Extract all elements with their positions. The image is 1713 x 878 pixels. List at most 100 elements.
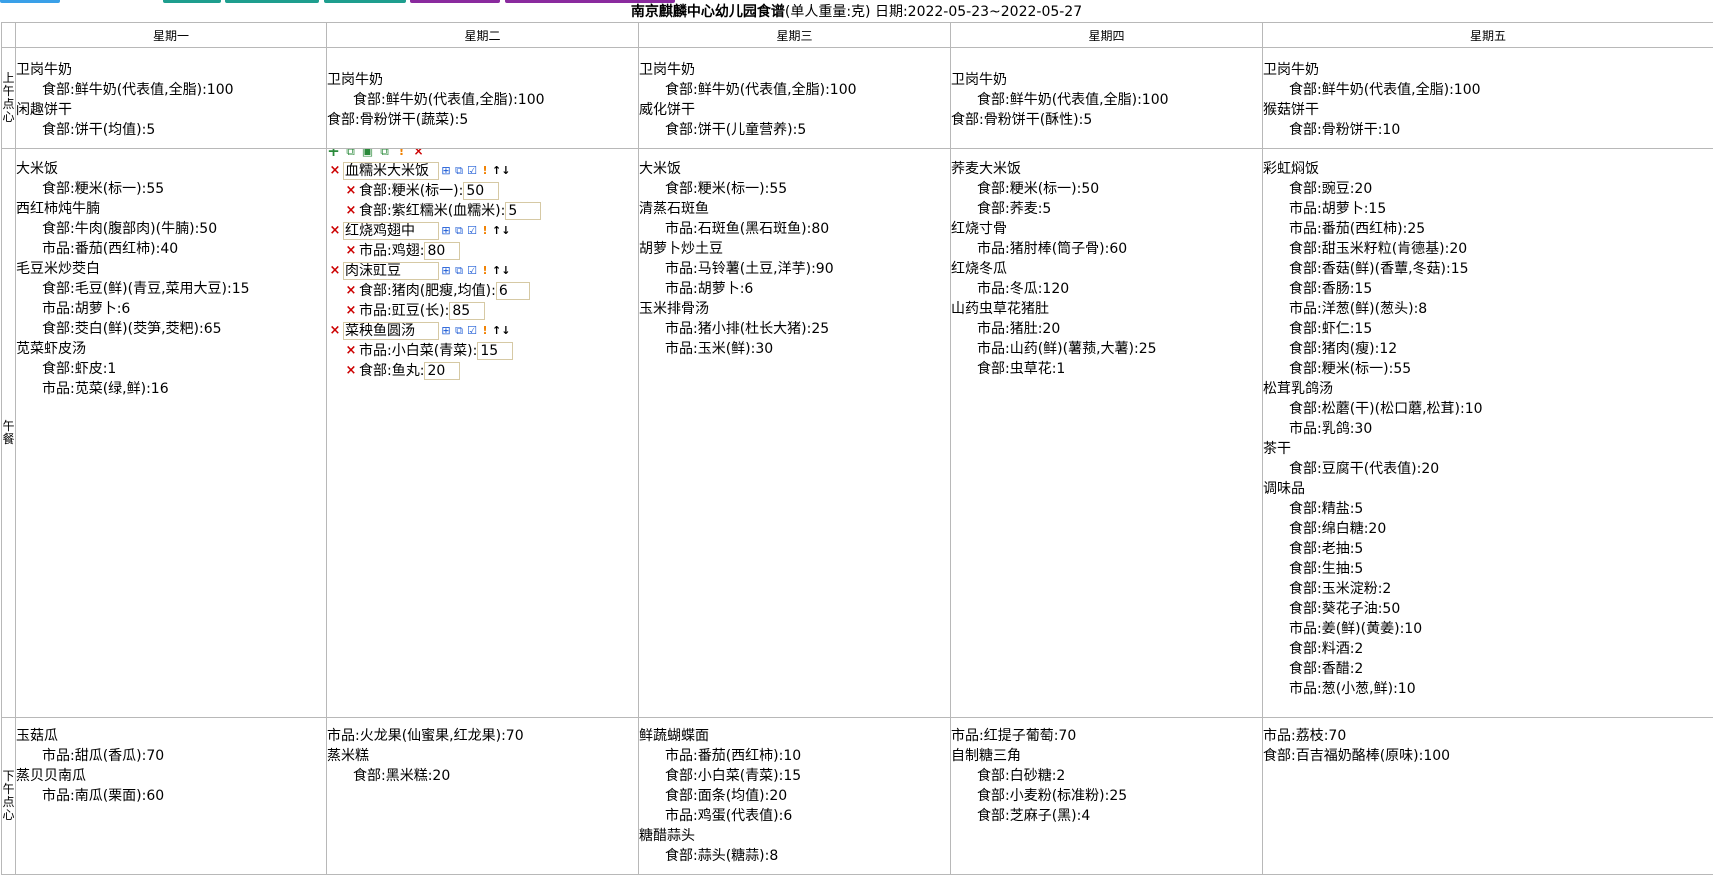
ingredient-line: 食部:鲜牛奶(代表值,全脂):100: [1289, 82, 1481, 98]
ingredient-line: 食部:豆腐干(代表值):20: [1289, 461, 1440, 477]
select-dish-icon[interactable]: ☑: [466, 325, 478, 337]
copy-dish-icon[interactable]: ⧉: [453, 265, 465, 277]
ingredient-label: 食部:紫红糯米(血糯米):: [359, 203, 506, 219]
ingredient-line: 食部:香肠:15: [1289, 281, 1373, 297]
dish-name: 山药虫草花猪肚: [951, 301, 1050, 317]
dish-name-input[interactable]: 血糯米大米饭: [343, 162, 439, 180]
day-header: 星期一: [15, 22, 327, 48]
copy-icon[interactable]: ⧉: [344, 150, 357, 158]
copy-dish-icon[interactable]: ⧉: [453, 325, 465, 337]
menu-cell[interactable]: 荞麦大米饭 食部:粳米(标一):50 食部:荞麦:5 红烧寸骨 市品:猪肘棒(筒子骨):…: [950, 148, 1263, 718]
menu-cell[interactable]: 大米饭 食部:粳米(标一):55 清蒸石斑鱼 市品:石斑鱼(黑石斑鱼):80 胡萝卜炒土…: [638, 148, 951, 718]
remove-ingredient-icon[interactable]: ×: [343, 361, 359, 381]
warning-icon[interactable]: !: [395, 150, 408, 158]
ingredient-edit-row: × 市品:小白菜(青菜): 15: [328, 341, 638, 361]
quantity-input[interactable]: 80: [424, 242, 461, 260]
reorder-icon[interactable]: ↑↓: [492, 165, 510, 177]
reorder-icon[interactable]: ↑↓: [492, 325, 510, 337]
expand-icon[interactable]: ⊞: [440, 265, 452, 277]
select-dish-icon[interactable]: ☑: [466, 265, 478, 277]
dish-edit-row: × 菜秧鱼圆汤 ⊞ ⧉ ☑! ↑↓: [328, 321, 638, 341]
menu-cell[interactable]: 市品:荔枝:70 食部:百吉福奶酪棒(原味):100: [1262, 717, 1713, 875]
menu-cell[interactable]: 卫岗牛奶 食部:鲜牛奶(代表值,全脂):100 食部:骨粉饼干(酥性):5: [950, 47, 1263, 149]
dish-name-input[interactable]: 肉沫豇豆: [343, 262, 439, 280]
ingredient-line: 食部:松蘑(干)(松口蘑,松茸):10: [1289, 401, 1483, 417]
select-dish-icon[interactable]: ☑: [466, 225, 478, 237]
paste-icon[interactable]: ▣: [361, 150, 374, 158]
remove-dish-icon[interactable]: ×: [328, 261, 344, 281]
dish-name-input[interactable]: 菜秧鱼圆汤: [343, 322, 439, 340]
quantity-input[interactable]: 6: [495, 282, 530, 300]
remove-dish-icon[interactable]: ×: [328, 221, 344, 241]
paste-replace-icon[interactable]: ⧉: [378, 150, 391, 158]
menu-cell-editing[interactable]: + ⧉ ▣ ⧉ ! × × 血糯米大米饭 ⊞ ⧉ ☑! ↑↓ × 食部:粳米(标一): 50 × 食…: [326, 148, 639, 718]
ingredient-line: 食部:豌豆:20: [1289, 181, 1373, 197]
ingredient-line: 市品:葱(小葱,鲜):10: [1289, 681, 1416, 697]
dish-name: 红烧冬瓜: [951, 261, 1008, 277]
ingredient-line: 食部:鲜牛奶(代表值,全脂):100: [353, 92, 545, 108]
remove-ingredient-icon[interactable]: ×: [343, 241, 359, 261]
quantity-input[interactable]: 50: [463, 182, 500, 200]
dish-name: 大米饭: [16, 161, 59, 177]
ingredient-line: 市品:石斑鱼(黑石斑鱼):80: [665, 221, 830, 237]
dish-name: 胡萝卜炒土豆: [639, 241, 724, 257]
quantity-input[interactable]: 20: [424, 362, 461, 380]
remove-ingredient-icon[interactable]: ×: [343, 181, 359, 201]
menu-cell[interactable]: 卫岗牛奶 食部:鲜牛奶(代表值,全脂):100 食部:骨粉饼干(蔬菜):5: [326, 47, 639, 149]
copy-dish-icon[interactable]: ⧉: [453, 165, 465, 177]
select-dish-icon[interactable]: ☑: [466, 165, 478, 177]
remove-dish-icon[interactable]: ×: [328, 161, 344, 181]
editable-dish-list: × 血糯米大米饭 ⊞ ⧉ ☑! ↑↓ × 食部:粳米(标一): 50 × 食部:紫红糯米(血糯米):…: [328, 161, 638, 381]
ingredient-edit-row: × 食部:猪肉(肥瘦,均值): 6: [328, 281, 638, 301]
menu-cell[interactable]: 市品:红提子葡萄:70 自制糖三角 食部:白砂糖:2 食部:小麦粉(标准粉):25 食部…: [950, 717, 1263, 875]
menu-cell[interactable]: 鲜蔬蝴蝶面 市品:番茄(西红柿):10 食部:小白菜(青菜):15 食部:面条(均值)…: [638, 717, 951, 875]
expand-icon[interactable]: ⊞: [440, 325, 452, 337]
page-title: 南京麒麟中心幼儿园食谱(单人重量:克) 日期:2022-05-23~2022-0…: [0, 3, 1713, 21]
warning-icon[interactable]: !: [479, 165, 491, 177]
ingredient-line: 食部:玉米淀粉:2: [1289, 581, 1392, 597]
quantity-input[interactable]: 85: [449, 302, 486, 320]
menu-cell[interactable]: 卫岗牛奶 食部:鲜牛奶(代表值,全脂):100 威化饼干 食部:饼干(儿童营养):5: [638, 47, 951, 149]
menu-cell[interactable]: 市品:火龙果(仙蜜果,红龙果):70 蒸米糕 食部:黑米糕:20: [326, 717, 639, 875]
remove-ingredient-icon[interactable]: ×: [343, 281, 359, 301]
menu-cell[interactable]: 卫岗牛奶 食部:鲜牛奶(代表值,全脂):100 猴菇饼干 食部:骨粉饼干:10: [1262, 47, 1713, 149]
menu-cell[interactable]: 彩虹焖饭 食部:豌豆:20 市品:胡萝卜:15 市品:番茄(西红柿):25 食部:甜玉米…: [1262, 148, 1713, 718]
add-dish-icon[interactable]: +: [328, 150, 341, 159]
warning-icon[interactable]: !: [479, 325, 491, 337]
dish-name-input[interactable]: 红烧鸡翅中: [343, 222, 439, 240]
reorder-icon[interactable]: ↑↓: [492, 265, 510, 277]
remove-dish-icon[interactable]: ×: [328, 321, 344, 341]
ingredient-line: 食部:老抽:5: [1289, 541, 1364, 557]
ingredient-line: 市品:南瓜(栗面):60: [42, 788, 165, 804]
ingredient-edit-row: × 市品:豇豆(长): 85: [328, 301, 638, 321]
expand-icon[interactable]: ⊞: [440, 165, 452, 177]
dish-name: 卫岗牛奶: [951, 72, 1008, 88]
dish-edit-row: × 肉沫豇豆 ⊞ ⧉ ☑! ↑↓: [328, 261, 638, 281]
ingredient-edit-row: × 食部:紫红糯米(血糯米): 5: [328, 201, 638, 221]
ingredient-line: 市品:鸡蛋(代表值):6: [665, 808, 793, 824]
quantity-input[interactable]: 15: [477, 342, 514, 360]
ingredient-line: 市品:胡萝卜:6: [665, 281, 754, 297]
menu-cell[interactable]: 玉菇瓜 市品:甜瓜(香瓜):70 蒸贝贝南瓜 市品:南瓜(栗面):60: [15, 717, 327, 875]
menu-cell[interactable]: 大米饭 食部:粳米(标一):55 西红柿炖牛腩 食部:牛肉(腹部肉)(牛腩):50 市品…: [15, 148, 327, 718]
warning-icon[interactable]: !: [479, 225, 491, 237]
expand-icon[interactable]: ⊞: [440, 225, 452, 237]
remove-ingredient-icon[interactable]: ×: [343, 341, 359, 361]
reorder-icon[interactable]: ↑↓: [492, 225, 510, 237]
remove-ingredient-icon[interactable]: ×: [343, 301, 359, 321]
copy-dish-icon[interactable]: ⧉: [453, 225, 465, 237]
menu-cell[interactable]: 卫岗牛奶 食部:鲜牛奶(代表值,全脂):100 闲趣饼干 食部:饼干(均值):5: [15, 47, 327, 149]
quantity-input[interactable]: 5: [505, 202, 542, 220]
dish-name: 猴菇饼干: [1263, 102, 1320, 118]
header-row: 星期一 星期二 星期三 星期四 星期五: [1, 22, 1713, 48]
ingredient-edit-row: × 食部:鱼丸: 20: [328, 361, 638, 381]
ingredient-line: 市品:洋葱(鲜)(葱头):8: [1289, 301, 1428, 317]
warning-icon[interactable]: !: [479, 265, 491, 277]
ingredient-line: 市品:胡萝卜:6: [42, 301, 131, 317]
remove-ingredient-icon[interactable]: ×: [343, 201, 359, 221]
dish-name: 自制糖三角: [951, 748, 1022, 764]
delete-all-icon[interactable]: ×: [412, 150, 425, 158]
dish-name: 卫岗牛奶: [639, 62, 696, 78]
meal-label: 上午点心: [1, 47, 16, 149]
ingredient-line: 食部:料酒:2: [1289, 641, 1364, 657]
